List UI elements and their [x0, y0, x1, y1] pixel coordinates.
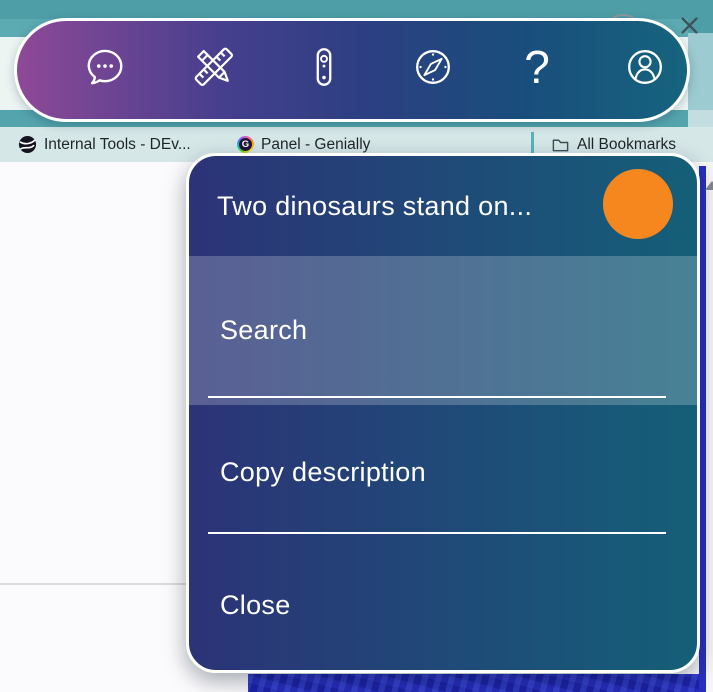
remote-icon — [301, 44, 347, 90]
design-tools-button[interactable] — [190, 43, 238, 91]
orange-color-dot — [603, 169, 673, 239]
screen: Internal Tools - DEv... G Panel - Genial… — [0, 0, 713, 692]
menu-item-search[interactable]: Search — [189, 256, 697, 405]
menu-divider — [208, 532, 666, 534]
profile-button[interactable] — [621, 43, 669, 91]
globe-icon — [18, 135, 37, 154]
menu-item-label: Close — [220, 590, 291, 621]
help-button[interactable]: ? — [513, 43, 561, 91]
page-blue-image-edge — [699, 166, 706, 692]
close-window-button[interactable] — [677, 13, 701, 37]
menu-item-label: Search — [220, 315, 307, 346]
menu-title: Two dinosaurs stand on... — [217, 191, 532, 222]
genially-icon: G — [237, 136, 254, 153]
chat-button[interactable] — [81, 43, 129, 91]
compass-icon — [410, 44, 456, 90]
compass-button[interactable] — [409, 43, 457, 91]
chat-icon — [82, 44, 128, 90]
close-icon — [681, 17, 698, 34]
bookmark-label: Internal Tools - DEv... — [44, 127, 191, 162]
folder-icon — [551, 135, 570, 154]
menu-item-label: Copy description — [220, 457, 426, 488]
scrollbar-up-arrow-icon[interactable] — [705, 181, 713, 190]
floating-toolbar: ? — [14, 18, 690, 122]
page-scrollbar[interactable] — [706, 162, 713, 692]
browser-frame-top — [0, 0, 713, 19]
bookmark-internal-tools[interactable]: Internal Tools - DEv... — [18, 127, 191, 162]
page-blue-image-strip — [248, 674, 713, 692]
profile-icon — [622, 44, 668, 90]
menu-item-copy-description[interactable]: Copy description — [189, 405, 697, 540]
remote-button[interactable] — [300, 43, 348, 91]
design-tools-icon — [190, 43, 238, 91]
context-menu-panel: Two dinosaurs stand on... Search Copy de… — [186, 153, 700, 673]
help-icon: ? — [524, 44, 550, 90]
menu-item-close[interactable]: Close — [189, 540, 697, 670]
menu-divider — [208, 396, 666, 398]
